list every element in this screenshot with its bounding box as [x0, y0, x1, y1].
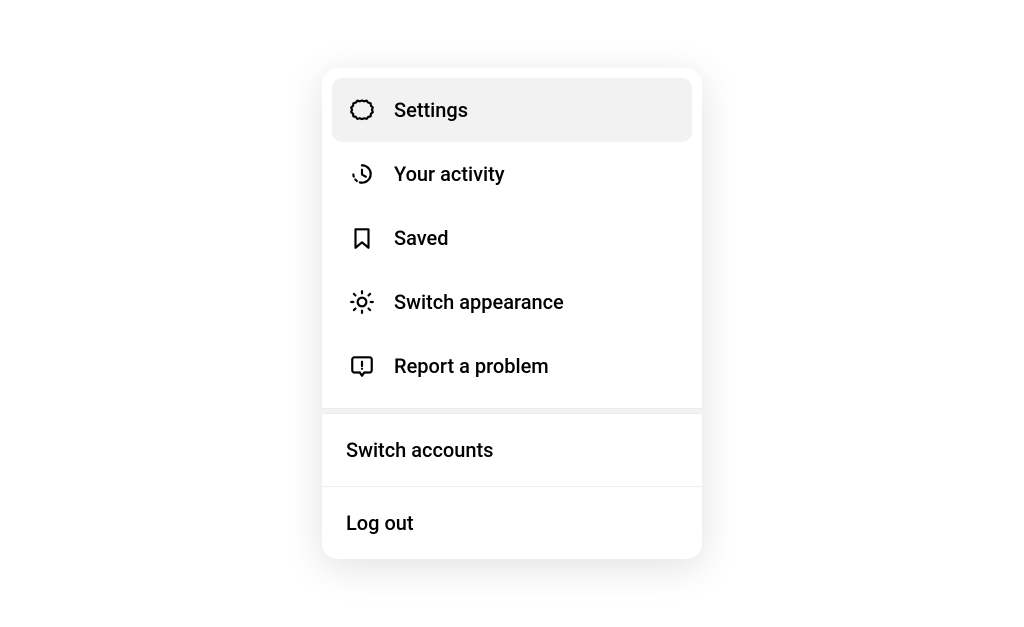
menu-item-label: Report a problem [394, 354, 549, 378]
menu-item-label: Log out [346, 511, 414, 535]
sun-icon [348, 288, 376, 316]
activity-icon [348, 160, 376, 188]
menu-item-your-activity[interactable]: Your activity [332, 142, 692, 206]
menu-item-settings[interactable]: Settings [332, 78, 692, 142]
menu-item-report-problem[interactable]: Report a problem [332, 334, 692, 398]
menu-item-label: Switch appearance [394, 290, 564, 314]
menu-item-label: Settings [394, 98, 468, 122]
bookmark-icon [348, 224, 376, 252]
menu-item-log-out[interactable]: Log out [322, 487, 702, 559]
menu-item-saved[interactable]: Saved [332, 206, 692, 270]
report-icon [348, 352, 376, 380]
menu-primary-section: Settings Your activity Saved [322, 68, 702, 408]
menu-item-label: Saved [394, 226, 449, 250]
menu-item-label: Your activity [394, 162, 505, 186]
menu-item-switch-appearance[interactable]: Switch appearance [332, 270, 692, 334]
menu-item-switch-accounts[interactable]: Switch accounts [322, 414, 702, 486]
menu-item-label: Switch accounts [346, 438, 493, 462]
more-menu: Settings Your activity Saved [322, 68, 702, 559]
gear-icon [348, 96, 376, 124]
